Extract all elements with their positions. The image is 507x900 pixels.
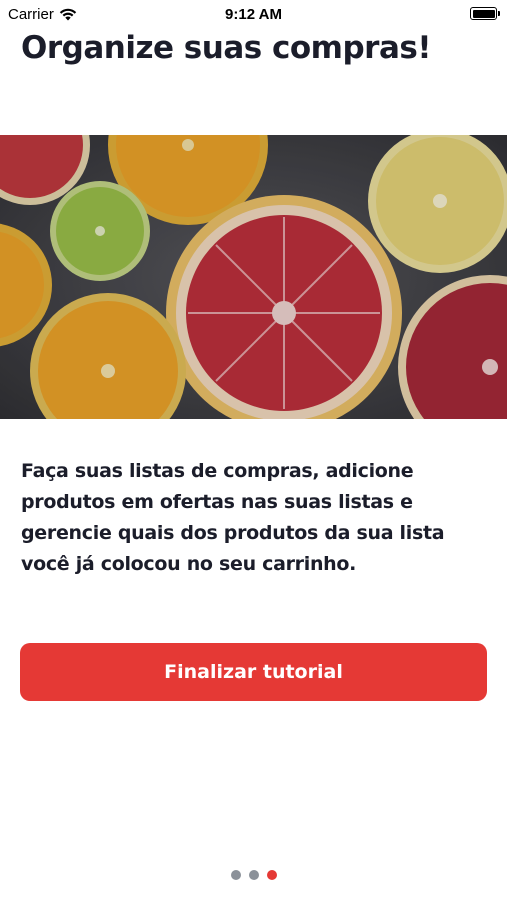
citrus-illustration [0, 135, 507, 419]
page-dot[interactable] [230, 870, 241, 880]
page-dot[interactable] [248, 870, 259, 880]
onboarding-screen: Carrier 9:12 AM Organize suas compras! F… [0, 0, 507, 900]
hero-image [0, 135, 507, 419]
status-time: 9:12 AM [225, 6, 282, 23]
onboarding-description: Faça suas listas de compras, adicione pr… [21, 460, 445, 575]
finish-tutorial-button[interactable]: Finalizar tutorial [20, 643, 487, 701]
page-indicator [0, 870, 507, 880]
status-bar: Carrier 9:12 AM [0, 0, 507, 28]
page-dot-active[interactable] [266, 870, 277, 880]
battery-icon [470, 7, 500, 20]
page-title: Organize suas compras! [21, 30, 431, 66]
